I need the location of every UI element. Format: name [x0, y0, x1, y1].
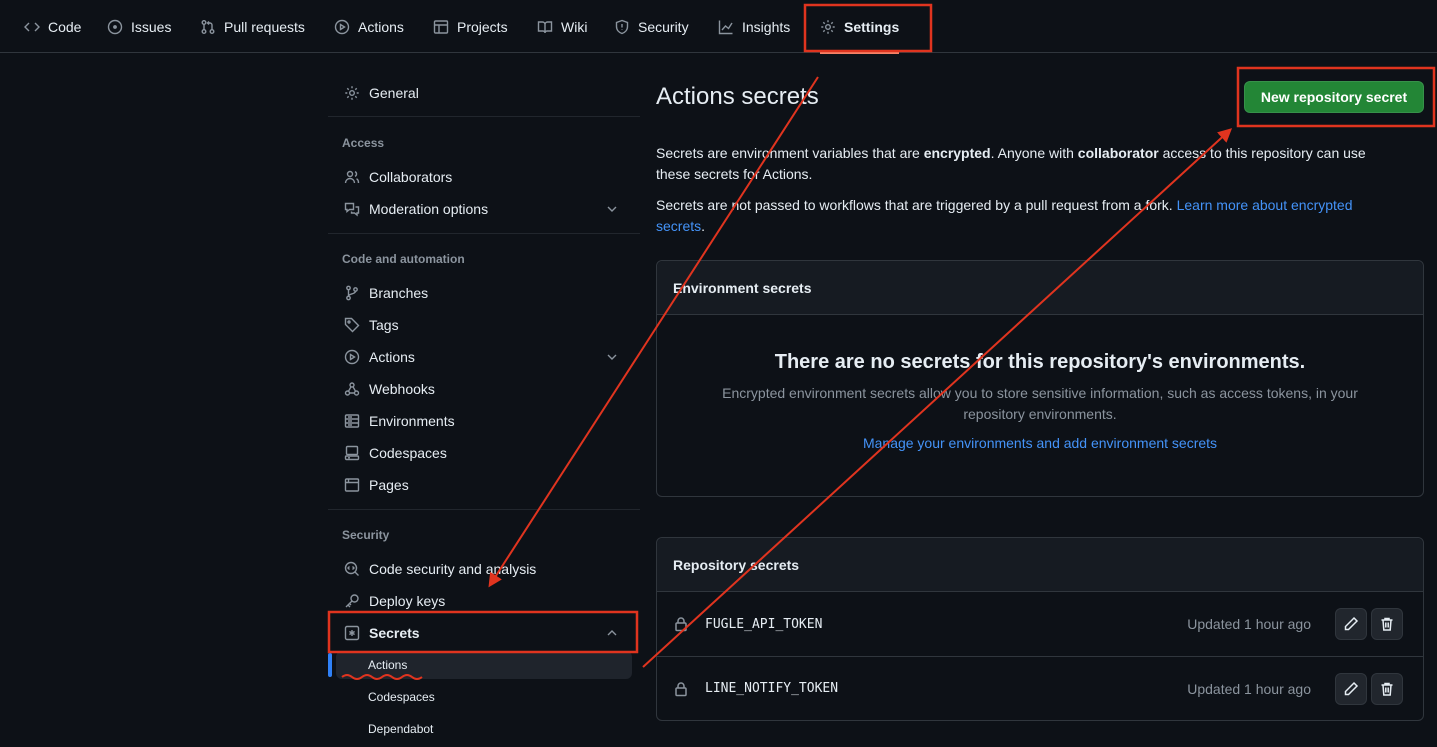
- table-icon: [433, 19, 449, 34]
- lock-icon: [675, 617, 687, 632]
- secret-updated: Updated 1 hour ago: [1187, 680, 1311, 697]
- sidebar-item-deploy-keys[interactable]: Deploy keys: [336, 585, 634, 617]
- book-icon: [537, 20, 553, 33]
- secret-updated: Updated 1 hour ago: [1187, 616, 1311, 632]
- secret-name: LINE_NOTIFY_TOKEN: [705, 681, 839, 696]
- play-icon: [334, 19, 350, 34]
- sidebar-item-actions[interactable]: Actions: [336, 341, 634, 373]
- main-content: Actions secrets New repository secret Se…: [656, 53, 1424, 747]
- tag-icon: [344, 317, 360, 333]
- key-asterisk-icon: [344, 625, 360, 641]
- new-repository-secret-button[interactable]: New repository secret: [1244, 81, 1424, 113]
- secret-name: FUGLE_API_TOKEN: [705, 616, 823, 632]
- manage-environments-link[interactable]: Manage your environments and add environ…: [863, 435, 1217, 451]
- tab-settings[interactable]: Settings: [820, 0, 900, 54]
- settings-sidebar: General Access Collaborators Moderation …: [328, 53, 640, 747]
- tab-security[interactable]: Security: [614, 0, 689, 53]
- secret-row: LINE_NOTIFY_TOKEN Updated 1 hour ago: [657, 656, 1423, 720]
- repo-nav: Code Issues Pull requests Actions Projec…: [0, 0, 1437, 54]
- graph-icon: [718, 20, 733, 34]
- sidebar-item-code-security[interactable]: Code security and analysis: [336, 553, 634, 585]
- edit-secret-button[interactable]: [1335, 672, 1367, 705]
- key-icon: [345, 594, 359, 608]
- people-icon: [344, 170, 360, 184]
- active-item-indicator: [328, 653, 332, 677]
- tab-code[interactable]: Code: [24, 0, 81, 53]
- shield-icon: [615, 19, 629, 34]
- sidebar-divider: [328, 509, 640, 510]
- sidebar-heading-security: Security: [342, 528, 390, 542]
- sidebar-item-secrets[interactable]: Secrets: [336, 617, 634, 649]
- sidebar-divider: [328, 233, 640, 234]
- sidebar-item-tags[interactable]: Tags: [336, 309, 634, 341]
- trash-icon: [1381, 682, 1393, 696]
- chevron-down-icon: [607, 206, 617, 212]
- sidebar-item-moderation-options[interactable]: Moderation options: [336, 193, 634, 225]
- sidebar-item-environments[interactable]: Environments: [336, 405, 634, 437]
- gear-icon: [345, 86, 359, 100]
- delete-secret-button[interactable]: [1371, 608, 1403, 640]
- trash-icon: [1381, 617, 1393, 631]
- tab-pull-requests[interactable]: Pull requests: [200, 0, 305, 53]
- sidebar-item-collaborators[interactable]: Collaborators: [336, 161, 634, 193]
- sidebar-item-codespaces[interactable]: Codespaces: [336, 437, 634, 469]
- pencil-icon: [1344, 616, 1359, 631]
- environment-secrets-heading: Environment secrets: [657, 261, 1423, 315]
- repository-secrets-heading: Repository secrets: [657, 538, 1423, 592]
- lock-icon: [675, 681, 687, 696]
- sidebar-subitem-secrets-dependabot[interactable]: Dependabot: [336, 715, 632, 743]
- sidebar-heading-code-automation: Code and automation: [342, 252, 465, 266]
- sidebar-heading-access: Access: [342, 136, 385, 150]
- git-branch-icon: [346, 285, 358, 301]
- chevron-down-icon: [607, 354, 617, 360]
- sidebar-item-pages[interactable]: Pages: [336, 469, 634, 501]
- delete-secret-button[interactable]: [1371, 672, 1403, 705]
- code-icon: [24, 22, 40, 31]
- tab-actions[interactable]: Actions: [334, 0, 404, 53]
- sidebar-item-general[interactable]: General: [336, 77, 634, 109]
- git-pull-request-icon: [201, 19, 215, 34]
- page-title: Actions secrets: [656, 83, 819, 110]
- sidebar-subitem-secrets-codespaces[interactable]: Codespaces: [336, 683, 632, 711]
- sidebar-subitem-secrets-actions[interactable]: Actions: [336, 651, 632, 679]
- chevron-up-icon: [607, 630, 617, 636]
- environment-secrets-box: Environment secrets There are no secrets…: [656, 260, 1424, 497]
- play-icon: [344, 349, 360, 365]
- repository-secrets-box: Repository secrets FUGLE_API_TOKEN Updat…: [656, 537, 1424, 721]
- sidebar-divider: [328, 116, 640, 117]
- server-icon: [344, 414, 360, 428]
- comment-discussion-icon: [344, 202, 360, 217]
- fork-note: Secrets are not passed to workflows that…: [656, 197, 1353, 234]
- tab-wiki[interactable]: Wiki: [537, 0, 587, 53]
- blankslate-description: Encrypted environment secrets allow you …: [722, 385, 1358, 422]
- gear-icon: [821, 19, 835, 34]
- tab-insights[interactable]: Insights: [718, 0, 790, 53]
- tab-issues[interactable]: Issues: [107, 0, 171, 53]
- pencil-icon: [1344, 681, 1359, 695]
- webhook-icon: [344, 382, 360, 396]
- edit-secret-button[interactable]: [1335, 608, 1367, 640]
- codespaces-icon: [344, 445, 360, 461]
- blankslate-title: There are no secrets for this repository…: [774, 351, 1306, 373]
- secrets-intro: Secrets are environment variables that a…: [656, 145, 1366, 182]
- codescan-icon: [344, 561, 359, 576]
- sidebar-item-branches[interactable]: Branches: [336, 277, 634, 309]
- issue-opened-icon: [107, 19, 123, 34]
- sidebar-item-webhooks[interactable]: Webhooks: [336, 373, 634, 405]
- tab-projects[interactable]: Projects: [433, 0, 508, 53]
- browser-icon: [344, 478, 360, 492]
- secret-row: FUGLE_API_TOKEN Updated 1 hour ago: [657, 592, 1423, 656]
